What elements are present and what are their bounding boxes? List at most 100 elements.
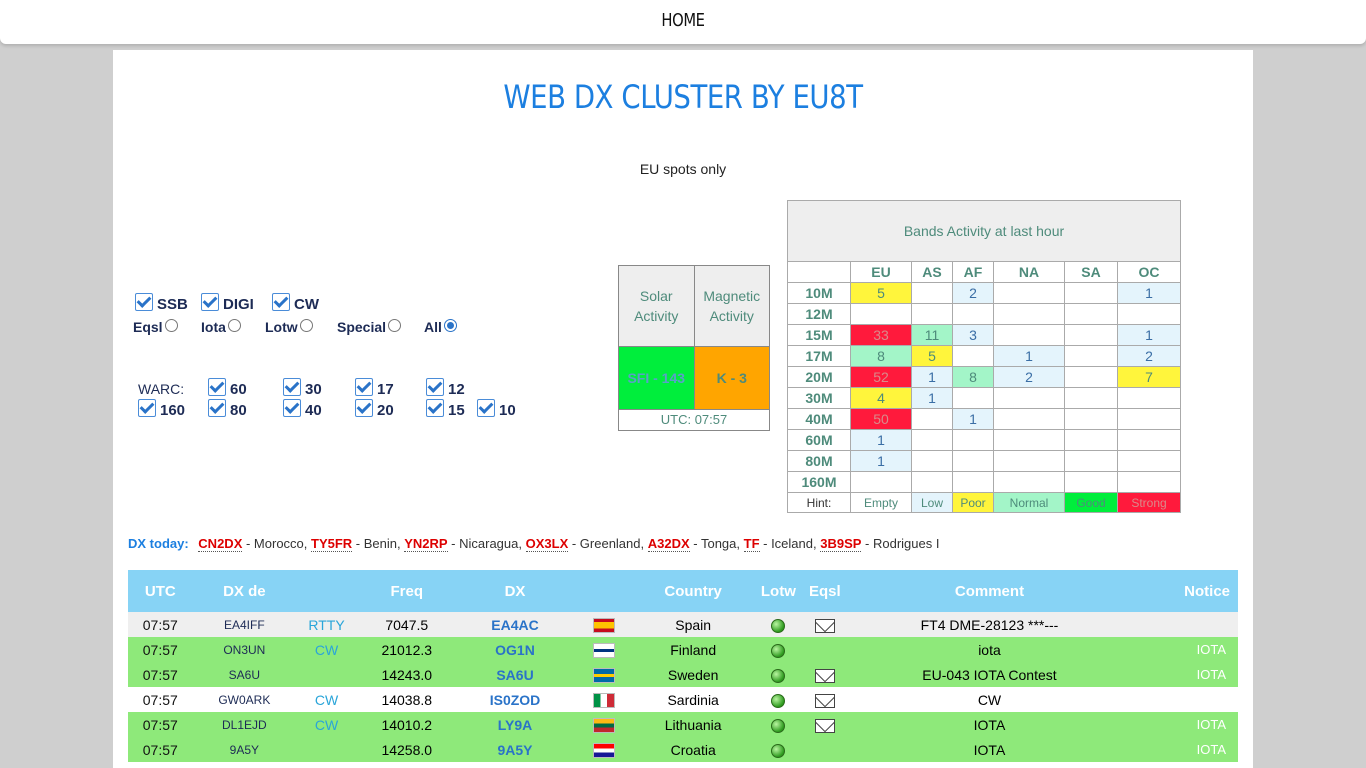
band-20-checkbox[interactable]: 20	[355, 399, 394, 419]
band-row: 12M	[787, 303, 1181, 325]
mode-cw-checkbox[interactable]: CW	[272, 293, 319, 313]
spot-spotter[interactable]: 9A5Y	[192, 737, 297, 762]
band-label: 40M	[787, 408, 851, 430]
spot-freq: 14010.2	[356, 712, 457, 737]
spot-row[interactable]: 07:57 9A5Y 14258.0 9A5Y Croatia IOTA IOTA	[128, 737, 1238, 762]
spot-dx-call[interactable]: OG1N	[456, 637, 574, 662]
spots-header: DX	[456, 570, 574, 612]
home-link[interactable]: HOME	[123, 10, 1243, 31]
band-label: 10	[499, 402, 516, 419]
radio-iota[interactable]: Iota	[201, 319, 241, 335]
dx-today-country: - Nicaragua,	[447, 536, 526, 551]
band-row: 20M 52 1 8 2 7	[787, 366, 1181, 388]
dx-today-call[interactable]: TF	[743, 536, 760, 552]
dx-today-call[interactable]: TY5FR	[311, 536, 353, 552]
spot-dx-call[interactable]: 9A5Y	[456, 737, 574, 762]
band-15-checkbox[interactable]: 15	[426, 399, 465, 419]
band-17-checkbox[interactable]: 17	[355, 378, 394, 398]
band-30-checkbox[interactable]: 30	[283, 378, 322, 398]
band-activity-cell	[1064, 303, 1118, 325]
checkbox-icon	[477, 399, 495, 417]
spot-dx-call[interactable]: SA6U	[456, 662, 574, 687]
checkbox-icon	[283, 399, 301, 417]
lotw-status-icon	[771, 743, 786, 758]
spot-spotter[interactable]: DL1EJD	[192, 712, 297, 737]
band-label: 15	[448, 402, 465, 419]
hint-empty: Empty	[850, 492, 912, 513]
band-40-checkbox[interactable]: 40	[283, 399, 322, 419]
spot-row[interactable]: 07:57 SA6U 14243.0 SA6U Sweden EU-043 IOTA Co…	[128, 662, 1238, 687]
warc-label: WARC:	[138, 381, 185, 397]
band-activity-cell	[1117, 471, 1181, 493]
band-160-checkbox[interactable]: 160	[138, 399, 185, 419]
dx-today-call[interactable]: YN2RP	[404, 536, 448, 552]
radio-icon	[227, 319, 241, 332]
band-activity-cell: 3	[952, 324, 994, 346]
dx-today-country: - Rodrigues I	[861, 536, 940, 551]
spot-dx-call[interactable]: LY9A	[456, 712, 574, 737]
radio-all[interactable]: All	[424, 319, 457, 335]
spot-comment: CW	[845, 687, 1134, 712]
band-60-checkbox[interactable]: 60	[208, 378, 247, 398]
dx-today-country: - Morocco,	[242, 536, 311, 551]
band-label: 17	[377, 381, 394, 398]
band-activity-cell	[1064, 282, 1118, 304]
radio-eqsl[interactable]: Eqsl	[133, 319, 178, 335]
spot-eqsl	[804, 687, 846, 712]
band-row: 10M 5 2 1	[787, 282, 1181, 304]
spot-freq: 21012.3	[356, 637, 457, 662]
spot-spotter[interactable]: SA6U	[192, 662, 297, 687]
spot-spotter[interactable]: GW0ARK	[192, 687, 297, 712]
band-activity-cell	[1064, 471, 1118, 493]
spot-row[interactable]: 07:57 EA4IFF RTTY 7047.5 EA4AC Spain FT4 DME-2…	[128, 612, 1238, 637]
spot-lotw	[752, 612, 805, 637]
mode-ssb-checkbox[interactable]: SSB	[135, 293, 188, 313]
dx-today-call[interactable]: 3B9SP	[820, 536, 862, 552]
page-title: WEB DX CLUSTER BY EU8T	[503, 78, 863, 116]
radio-selected-icon	[443, 319, 457, 332]
spot-lotw	[752, 737, 805, 762]
spot-row[interactable]: 07:57 DL1EJD CW 14010.2 LY9A Lithuania IOTA IOT…	[128, 712, 1238, 737]
band-activity-cell	[1064, 387, 1118, 409]
dx-today-bar: DX today: CN2DX - Morocco, TY5FR - Benin…	[128, 536, 940, 552]
spots-header: Country	[633, 570, 753, 612]
spot-freq: 7047.5	[356, 612, 457, 637]
band-label: 30	[305, 381, 322, 398]
spot-utc: 07:57	[128, 612, 193, 637]
dx-today-call[interactable]: A32DX	[647, 536, 690, 552]
spots-header: Notice	[1133, 570, 1238, 612]
spots-header	[573, 570, 634, 612]
radio-label: Iota	[201, 319, 226, 335]
band-activity-cell: 8	[952, 366, 994, 388]
checkbox-icon	[135, 293, 153, 311]
spot-spotter[interactable]: ON3UN	[192, 637, 297, 662]
band-activity-cell: 1	[993, 345, 1065, 367]
band-activity-cell: 1	[952, 408, 994, 430]
dx-today-call[interactable]: OX3LX	[525, 536, 569, 552]
spot-spotter[interactable]: EA4IFF	[192, 612, 297, 637]
checkbox-icon	[355, 399, 373, 417]
radio-lotw[interactable]: Lotw	[265, 319, 313, 335]
band-80-checkbox[interactable]: 80	[208, 399, 247, 419]
spot-flag-cell	[573, 637, 634, 662]
band-activity-cell: 2	[993, 366, 1065, 388]
band-activity-cell: 5	[911, 345, 953, 367]
dx-today-call[interactable]: CN2DX	[198, 536, 243, 552]
band-activity-cell	[1064, 450, 1118, 472]
spot-dx-call[interactable]: EA4AC	[456, 612, 574, 637]
flag-icon	[592, 642, 615, 658]
magnetic-activity-label: Magnetic Activity	[694, 266, 769, 346]
spot-row[interactable]: 07:57 GW0ARK CW 14038.8 IS0ZOD Sardinia CW	[128, 687, 1238, 712]
spot-row[interactable]: 07:57 ON3UN CW 21012.3 OG1N Finland iota IOTA	[128, 637, 1238, 662]
spot-flag-cell	[573, 712, 634, 737]
band-label: 10M	[787, 282, 851, 304]
band-activity-cell	[993, 387, 1065, 409]
band-12-checkbox[interactable]: 12	[426, 378, 465, 398]
spots-header: Freq	[356, 570, 457, 612]
mode-digi-checkbox[interactable]: DIGI	[201, 293, 254, 313]
dx-today-country: - Greenland,	[568, 536, 648, 551]
spot-country: Finland	[633, 637, 753, 662]
band-10-checkbox[interactable]: 10	[477, 399, 516, 419]
radio-special[interactable]: Special	[337, 319, 402, 335]
spot-dx-call[interactable]: IS0ZOD	[456, 687, 574, 712]
